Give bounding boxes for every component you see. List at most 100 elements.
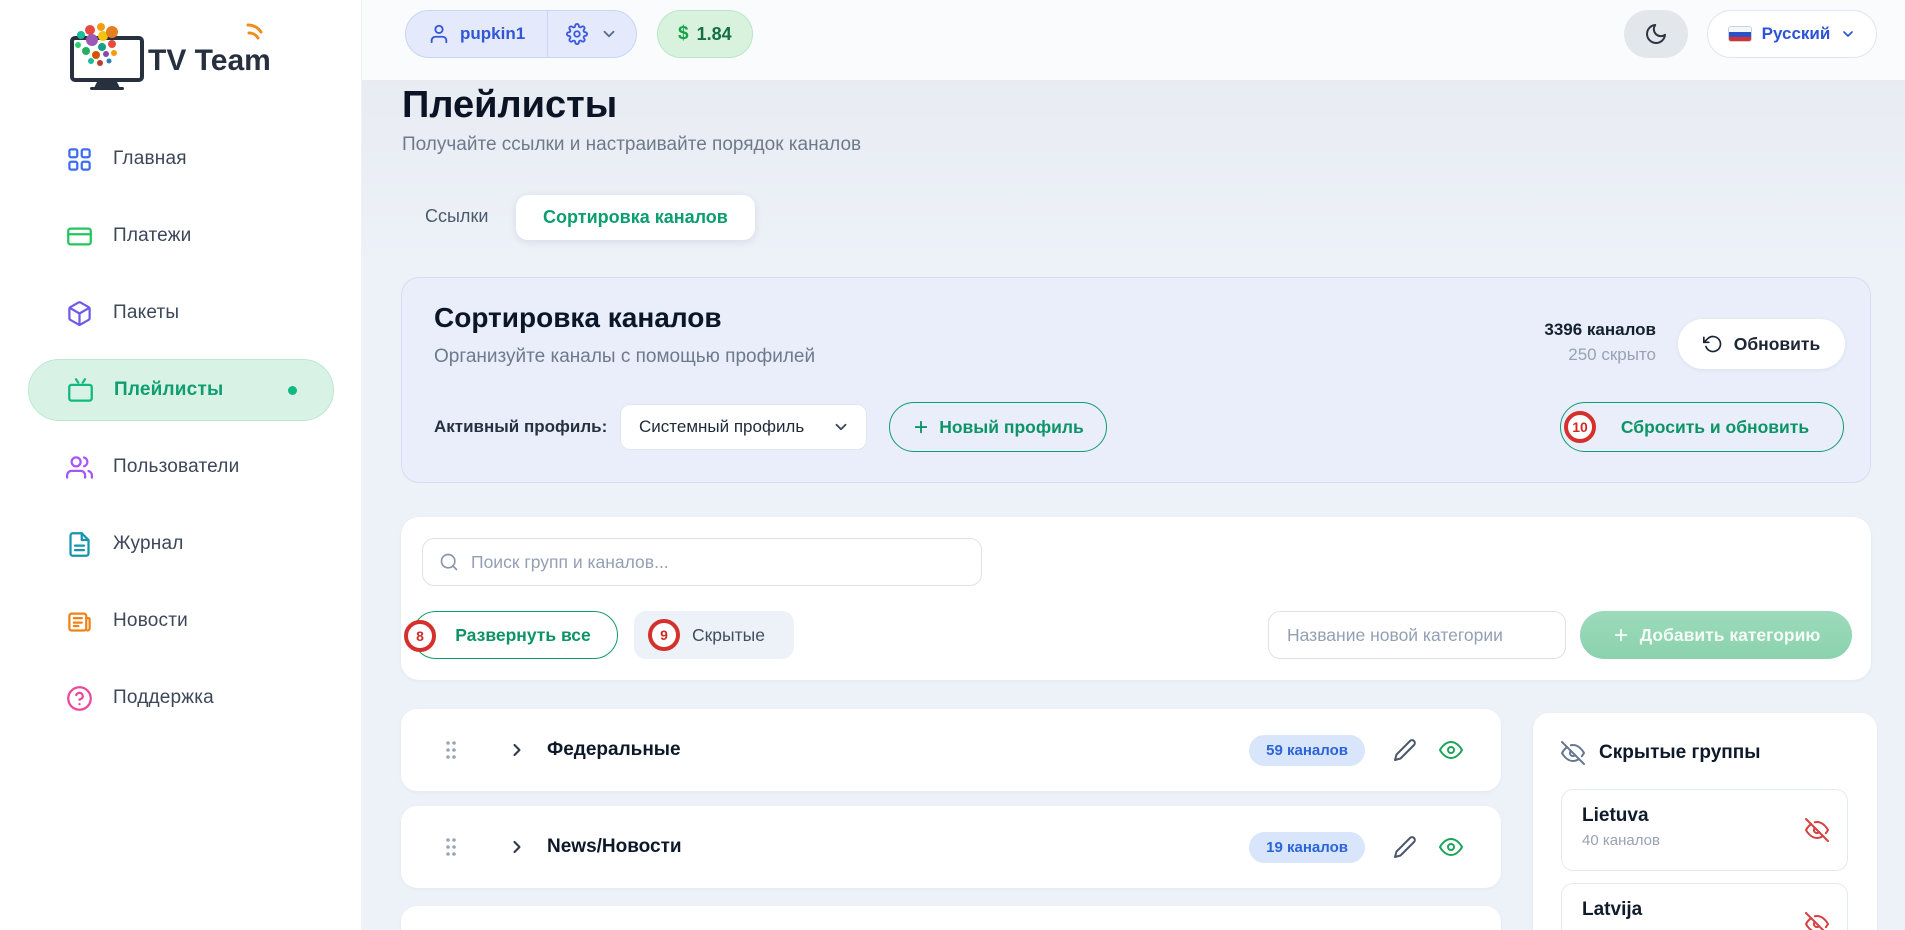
- profile-select-value: Системный профиль: [639, 417, 804, 437]
- group-name[interactable]: News/Новости: [547, 836, 682, 858]
- help-circle-icon: [66, 685, 93, 712]
- chevron-right-icon[interactable]: [507, 837, 527, 857]
- svg-text:TV Team: TV Team: [148, 44, 271, 77]
- chevron-down-icon: [1840, 26, 1856, 42]
- sidebar-item-home[interactable]: Главная: [28, 128, 334, 190]
- edit-pencil-icon[interactable]: [1393, 738, 1417, 762]
- plus-icon: [912, 418, 930, 436]
- reset-and-refresh-button[interactable]: 10 Сбросить и обновить: [1560, 402, 1844, 452]
- hidden-group-name: Latvija: [1582, 899, 1827, 921]
- add-category-label: Добавить категорию: [1640, 625, 1821, 646]
- user-menu[interactable]: pupkin1: [405, 10, 637, 58]
- group-row-partial: [401, 906, 1501, 930]
- channels-total: 3396 каналов: [1544, 320, 1656, 340]
- active-indicator-dot: [288, 386, 297, 395]
- search-input[interactable]: [471, 552, 965, 573]
- annotation-badge-9: 9: [648, 619, 680, 651]
- chevron-down-icon: [600, 25, 618, 43]
- tab-channel-sorting[interactable]: Сортировка каналов: [516, 195, 755, 240]
- sidebar-item-playlists[interactable]: Плейлисты: [28, 359, 334, 421]
- refresh-button[interactable]: Обновить: [1678, 319, 1845, 369]
- sidebar-item-packages[interactable]: Пакеты: [28, 282, 334, 344]
- sidebar-item-label: Новости: [113, 610, 188, 632]
- annotation-badge-8: 8: [404, 620, 436, 652]
- language-label: Русский: [1762, 24, 1831, 44]
- expand-all-label: Развернуть все: [455, 625, 591, 646]
- drag-handle-icon[interactable]: [443, 835, 459, 859]
- sidebar-item-users[interactable]: Пользователи: [28, 436, 334, 498]
- sidebar-item-label: Плейлисты: [114, 379, 223, 401]
- channel-count-badge: 59 каналов: [1249, 735, 1365, 766]
- hidden-groups-title: Скрытые группы: [1599, 742, 1760, 764]
- credit-card-icon: [66, 223, 93, 250]
- channels-hidden: 250 скрыто: [1544, 345, 1656, 365]
- dark-mode-toggle[interactable]: [1624, 10, 1688, 58]
- filter-card: 8 Развернуть все 9 Скрытые Добавить кате…: [401, 517, 1871, 680]
- moon-icon: [1644, 22, 1668, 46]
- users-icon: [66, 454, 93, 481]
- sidebar-item-label: Главная: [113, 148, 187, 170]
- hidden-groups-panel: Скрытые группы Lietuva 40 каналов Latvij…: [1533, 713, 1877, 930]
- dollar-icon: $: [678, 23, 689, 45]
- hidden-group-count: 40 каналов: [1582, 832, 1827, 849]
- add-category-button[interactable]: Добавить категорию: [1580, 611, 1852, 659]
- refresh-icon: [1703, 334, 1723, 354]
- group-name[interactable]: Федеральные: [547, 739, 681, 761]
- tab-links[interactable]: Ссылки: [425, 206, 488, 227]
- edit-pencil-icon[interactable]: [1393, 835, 1417, 859]
- search-box[interactable]: [422, 538, 982, 586]
- sidebar-item-label: Поддержка: [113, 687, 214, 709]
- user-settings-section[interactable]: [548, 23, 636, 45]
- user-icon: [428, 23, 450, 45]
- group-row: Федеральные 59 каналов: [401, 709, 1501, 791]
- group-row: News/Новости 19 каналов: [401, 806, 1501, 888]
- hidden-filter-label: Скрытые: [692, 625, 765, 646]
- chevron-down-icon: [832, 418, 850, 436]
- expand-all-button[interactable]: 8 Развернуть все: [412, 611, 618, 659]
- visibility-eye-icon[interactable]: [1439, 738, 1463, 762]
- hidden-group-card: Latvija: [1561, 883, 1848, 930]
- sidebar-item-payments[interactable]: Платежи: [28, 205, 334, 267]
- newspaper-icon: [66, 608, 93, 635]
- app-screen: pupkin1 $ 1.84 Русский: [0, 0, 1905, 930]
- eye-off-icon: [1561, 741, 1585, 765]
- eye-off-red-icon[interactable]: [1805, 818, 1829, 842]
- page-title: Плейлисты: [402, 84, 617, 127]
- gear-icon[interactable]: [566, 23, 588, 45]
- user-section[interactable]: pupkin1: [406, 23, 547, 45]
- hidden-groups-header: Скрытые группы: [1561, 741, 1760, 765]
- sidebar-item-label: Пакеты: [113, 302, 179, 324]
- visibility-eye-icon[interactable]: [1439, 835, 1463, 859]
- sidebar-item-news[interactable]: Новости: [28, 590, 334, 652]
- new-category-input[interactable]: [1268, 611, 1566, 659]
- drag-handle-icon[interactable]: [443, 738, 459, 762]
- tv-team-logo[interactable]: TV Team: [62, 20, 272, 95]
- sorting-card-subtitle: Организуйте каналы с помощью профилей: [434, 346, 815, 368]
- package-icon: [66, 300, 93, 327]
- sorting-card-title: Сортировка каналов: [434, 302, 722, 334]
- file-text-icon: [66, 531, 93, 558]
- channel-sorting-card: Сортировка каналов Организуйте каналы с …: [401, 277, 1871, 483]
- sidebar: TV Team Главная Платежи Пакеты: [0, 0, 362, 930]
- refresh-label: Обновить: [1734, 334, 1821, 355]
- chevron-right-icon[interactable]: [507, 740, 527, 760]
- sidebar-item-support[interactable]: Поддержка: [28, 667, 334, 729]
- russian-flag-icon: [1728, 26, 1752, 42]
- username: pupkin1: [460, 24, 525, 44]
- tv-icon: [67, 377, 94, 404]
- balance-pill[interactable]: $ 1.84: [657, 10, 753, 58]
- eye-off-red-icon[interactable]: [1805, 912, 1829, 930]
- reset-label: Сбросить и обновить: [1621, 417, 1809, 438]
- grid-icon: [66, 146, 93, 173]
- hidden-filter-button[interactable]: 9 Скрытые: [634, 611, 794, 659]
- language-selector[interactable]: Русский: [1707, 10, 1877, 58]
- new-profile-button[interactable]: Новый профиль: [889, 402, 1107, 452]
- sidebar-item-journal[interactable]: Журнал: [28, 513, 334, 575]
- balance-value: 1.84: [697, 24, 732, 45]
- channel-count-badge: 19 каналов: [1249, 832, 1365, 863]
- profile-select[interactable]: Системный профиль: [620, 404, 867, 450]
- annotation-badge-10: 10: [1564, 411, 1596, 443]
- sidebar-item-label: Журнал: [113, 533, 184, 555]
- sidebar-item-label: Пользователи: [113, 456, 239, 478]
- hidden-group-name: Lietuva: [1582, 805, 1827, 827]
